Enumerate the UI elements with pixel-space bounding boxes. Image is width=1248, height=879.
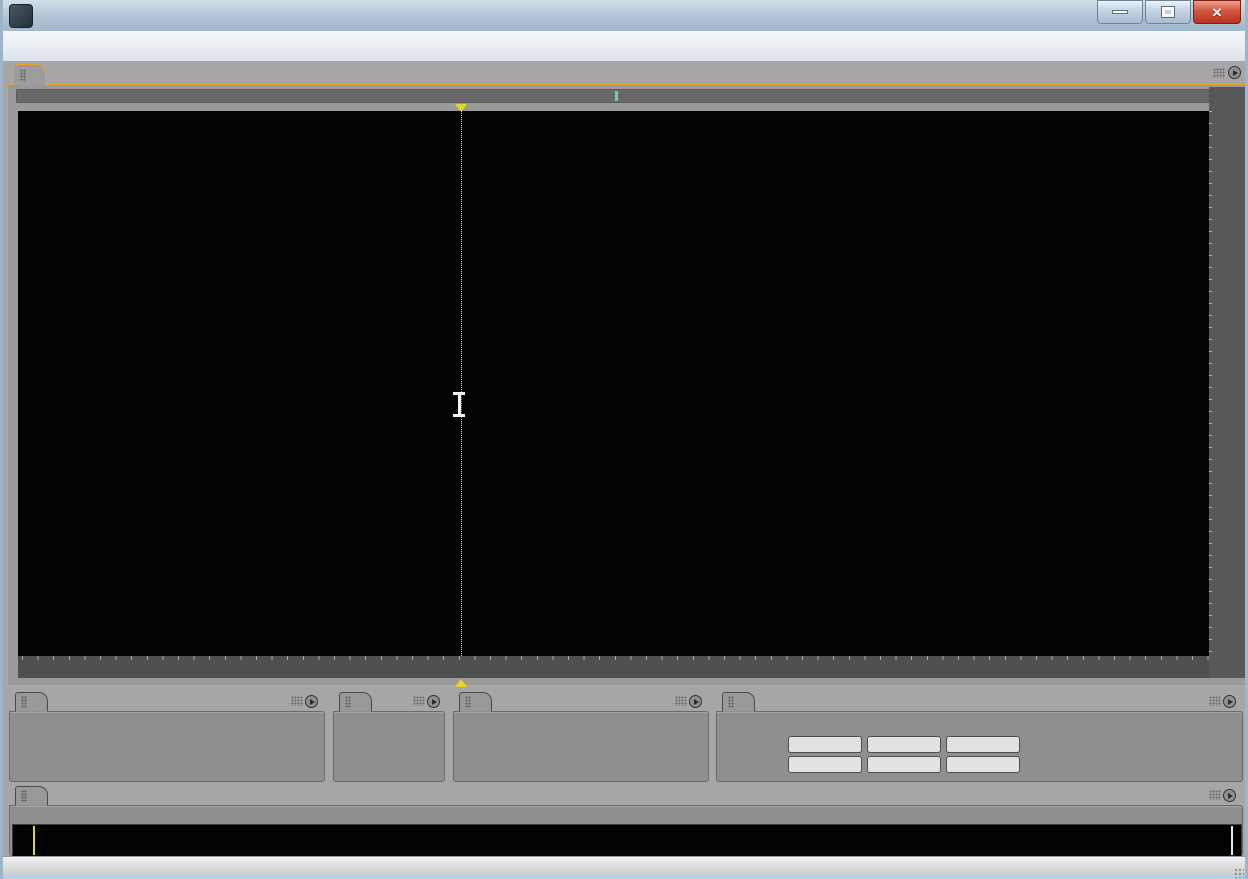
tab-grip-icon [20,69,26,81]
db-scale[interactable] [1209,87,1245,678]
maximize-icon [1161,6,1175,18]
panel-menu-button[interactable] [305,695,318,708]
view-length-field[interactable] [946,756,1020,773]
panel-grip-icon [1209,790,1221,800]
view-end-field[interactable] [867,756,941,773]
panel-menu-button[interactable] [427,695,440,708]
levels-body [9,805,1243,862]
horizontal-scrollbar[interactable] [16,89,1210,103]
tab-grip-icon [465,696,471,708]
status-bar [3,856,1245,875]
waveform-display[interactable] [18,111,1209,656]
panel-menu-button[interactable] [689,695,702,708]
time-panel [333,692,445,782]
levels-panel [9,786,1243,862]
ibeam-mouse-cursor-icon [453,392,465,417]
tab-grip-icon [21,790,27,802]
tab-grip-icon [345,696,351,708]
selection-view-panel [716,692,1243,782]
meter-peak-indicator [33,826,35,855]
panel-menu-button[interactable] [1228,66,1241,79]
app-window: × [0,0,1248,879]
transport-body [9,711,325,782]
transport-panel [9,692,325,782]
view-begin-field[interactable] [788,756,862,773]
tab-grip-icon [728,696,734,708]
close-button[interactable]: × [1193,0,1241,24]
window-bottom-edge [3,875,1245,879]
panel-grip-icon [413,696,425,706]
zoom-body [453,711,709,782]
panel-grip-icon [1209,696,1221,706]
selection-view-body [716,711,1243,782]
resize-grip-icon[interactable] [1234,868,1244,878]
title-bar[interactable]: × [3,0,1245,31]
app-icon [9,3,33,28]
panel-menu-button[interactable] [1223,695,1236,708]
panel-menu-button[interactable] [1223,789,1236,802]
panel-grip-icon [291,696,303,706]
cursor-bottom-marker-icon[interactable] [455,679,467,687]
playback-cursor-line [461,111,462,656]
tab-grip-icon [21,696,27,708]
tab-selection-view[interactable] [722,692,755,712]
zoom-panel [453,692,709,782]
panel-grip-icon [675,696,687,706]
selection-end-field[interactable] [867,736,941,753]
main-panel-group [7,64,1245,687]
level-meter[interactable] [12,824,1242,857]
tab-time[interactable] [339,692,372,712]
minimize-button[interactable] [1097,0,1143,24]
minimize-icon [1112,10,1128,14]
scrollbar-position-marker [615,91,618,101]
meter-zero-line [1231,826,1233,855]
time-body [333,711,445,782]
selection-begin-field[interactable] [788,736,862,753]
close-icon: × [1212,2,1222,22]
sample-ruler[interactable] [18,656,1209,678]
tab-transport[interactable] [15,692,48,712]
tab-zoom[interactable] [459,692,492,712]
waveform-canvas [18,111,1209,656]
selection-length-field[interactable] [946,736,1020,753]
menu-bar [3,31,1245,62]
maximize-button[interactable] [1145,0,1191,24]
tab-main[interactable] [13,64,46,85]
panel-grip-icon [1213,68,1225,78]
main-panel-body [7,84,1245,687]
tab-levels[interactable] [15,786,48,806]
